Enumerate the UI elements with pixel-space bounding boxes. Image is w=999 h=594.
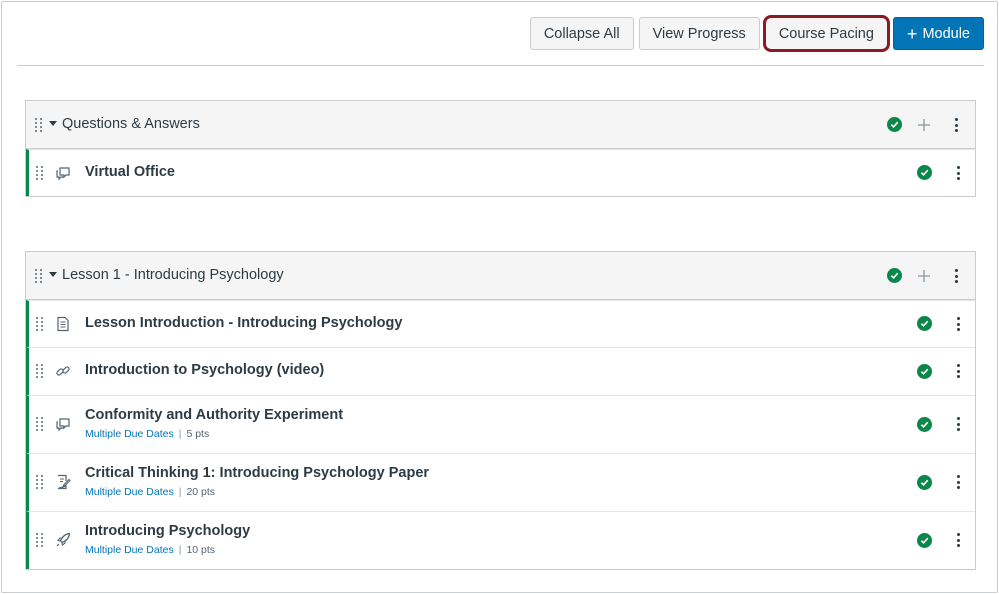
add-module-label: Module — [922, 25, 970, 42]
drag-handle-icon[interactable] — [36, 533, 44, 547]
list-item[interactable]: Introduction to Psychology (video) — [26, 347, 975, 395]
due-dates-link[interactable]: Multiple Due Dates — [85, 428, 174, 440]
assignment-icon — [57, 474, 71, 490]
link-icon — [56, 366, 70, 376]
drag-handle-icon[interactable] — [36, 364, 44, 378]
toolbar-divider — [17, 65, 984, 66]
list-item[interactable]: Lesson Introduction - Introducing Psycho… — [26, 300, 975, 347]
list-item[interactable]: Conformity and Authority Experiment Mult… — [26, 395, 975, 453]
view-progress-button[interactable]: View Progress — [638, 17, 760, 50]
item-title[interactable]: Conformity and Authority Experiment — [85, 407, 343, 423]
drag-handle-icon[interactable] — [35, 118, 43, 132]
add-item-plus-icon[interactable] — [917, 269, 931, 283]
module-questions-answers: Questions & Answers Virtual Office — [25, 100, 976, 197]
list-item[interactable]: Virtual Office — [26, 149, 975, 196]
plus-icon: + — [906, 23, 918, 44]
modules-toolbar: Collapse All View Progress Course Pacing… — [529, 15, 984, 52]
drag-handle-icon[interactable] — [35, 269, 43, 283]
published-check-icon[interactable] — [917, 364, 932, 379]
published-check-icon[interactable] — [917, 417, 932, 432]
collapse-caret-icon[interactable] — [49, 272, 57, 277]
collapse-caret-icon[interactable] — [49, 121, 57, 126]
item-options-kebab-icon[interactable] — [956, 166, 960, 180]
discussion-icon — [56, 418, 70, 432]
item-title[interactable]: Introducing Psychology — [85, 523, 250, 539]
item-options-kebab-icon[interactable] — [956, 317, 960, 331]
points-value: 10 pts — [186, 544, 216, 556]
quiz-rocket-icon — [56, 532, 71, 547]
drag-handle-icon[interactable] — [36, 475, 44, 489]
published-check-icon[interactable] — [917, 165, 932, 180]
module-header[interactable]: Lesson 1 - Introducing Psychology — [26, 252, 975, 300]
item-title[interactable]: Lesson Introduction - Introducing Psycho… — [85, 315, 402, 331]
discussion-icon — [56, 167, 70, 181]
module-title: Questions & Answers — [62, 116, 200, 132]
add-module-button[interactable]: + Module — [892, 17, 984, 50]
item-title[interactable]: Introduction to Psychology (video) — [85, 362, 324, 378]
item-title[interactable]: Critical Thinking 1: Introducing Psychol… — [85, 465, 429, 481]
page-icon — [57, 316, 69, 332]
add-item-plus-icon[interactable] — [917, 118, 931, 132]
list-item[interactable]: Introducing Psychology Multiple Due Date… — [26, 511, 975, 569]
list-item[interactable]: Critical Thinking 1: Introducing Psychol… — [26, 453, 975, 511]
points-value: 5 pts — [186, 428, 210, 440]
published-check-icon[interactable] — [887, 268, 902, 283]
drag-handle-icon[interactable] — [36, 317, 44, 331]
due-dates-link[interactable]: Multiple Due Dates — [85, 544, 174, 556]
item-meta: Multiple Due Dates | 10 pts — [85, 544, 216, 556]
item-meta: Multiple Due Dates | 5 pts — [85, 428, 210, 440]
module-options-kebab-icon[interactable] — [954, 269, 958, 283]
published-check-icon[interactable] — [917, 316, 932, 331]
module-header[interactable]: Questions & Answers — [26, 101, 975, 149]
drag-handle-icon[interactable] — [36, 166, 44, 180]
published-check-icon[interactable] — [917, 475, 932, 490]
item-options-kebab-icon[interactable] — [956, 364, 960, 378]
points-value: 20 pts — [186, 486, 216, 498]
item-options-kebab-icon[interactable] — [956, 417, 960, 431]
due-dates-link[interactable]: Multiple Due Dates — [85, 486, 174, 498]
module-options-kebab-icon[interactable] — [954, 118, 958, 132]
item-options-kebab-icon[interactable] — [956, 475, 960, 489]
published-check-icon[interactable] — [887, 117, 902, 132]
module-title: Lesson 1 - Introducing Psychology — [62, 267, 284, 283]
drag-handle-icon[interactable] — [36, 417, 44, 431]
item-options-kebab-icon[interactable] — [956, 533, 960, 547]
module-lesson-1: Lesson 1 - Introducing Psychology Lesson… — [25, 251, 976, 570]
course-pacing-button[interactable]: Course Pacing — [762, 15, 890, 52]
item-title[interactable]: Virtual Office — [85, 164, 175, 180]
item-meta: Multiple Due Dates | 20 pts — [85, 486, 216, 498]
collapse-all-button[interactable]: Collapse All — [529, 17, 634, 50]
published-check-icon[interactable] — [917, 533, 932, 548]
